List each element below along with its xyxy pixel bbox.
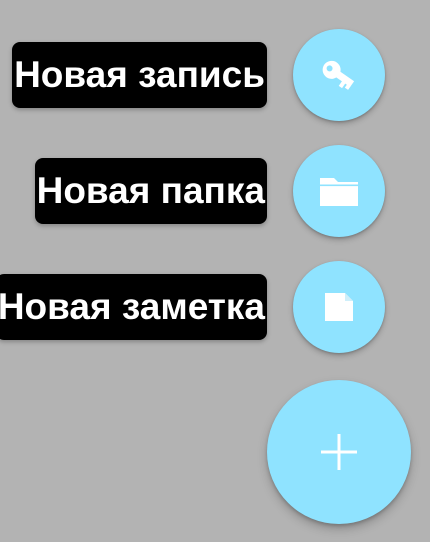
- plus-icon: [321, 434, 357, 470]
- main-fab-button[interactable]: [267, 380, 411, 524]
- new-folder-button[interactable]: [293, 145, 385, 237]
- new-note-button[interactable]: [293, 261, 385, 353]
- new-note-label[interactable]: Новая заметка: [0, 274, 267, 340]
- key-icon: [322, 60, 355, 90]
- new-folder-action[interactable]: Новая папка: [0, 145, 430, 237]
- new-record-action[interactable]: Новая запись: [0, 29, 430, 121]
- new-folder-label[interactable]: Новая папка: [34, 158, 267, 224]
- folder-icon: [320, 178, 358, 206]
- new-note-action[interactable]: Новая заметка: [0, 261, 430, 353]
- new-record-label[interactable]: Новая запись: [12, 42, 267, 108]
- new-record-button[interactable]: [293, 29, 385, 121]
- note-icon: [325, 293, 353, 321]
